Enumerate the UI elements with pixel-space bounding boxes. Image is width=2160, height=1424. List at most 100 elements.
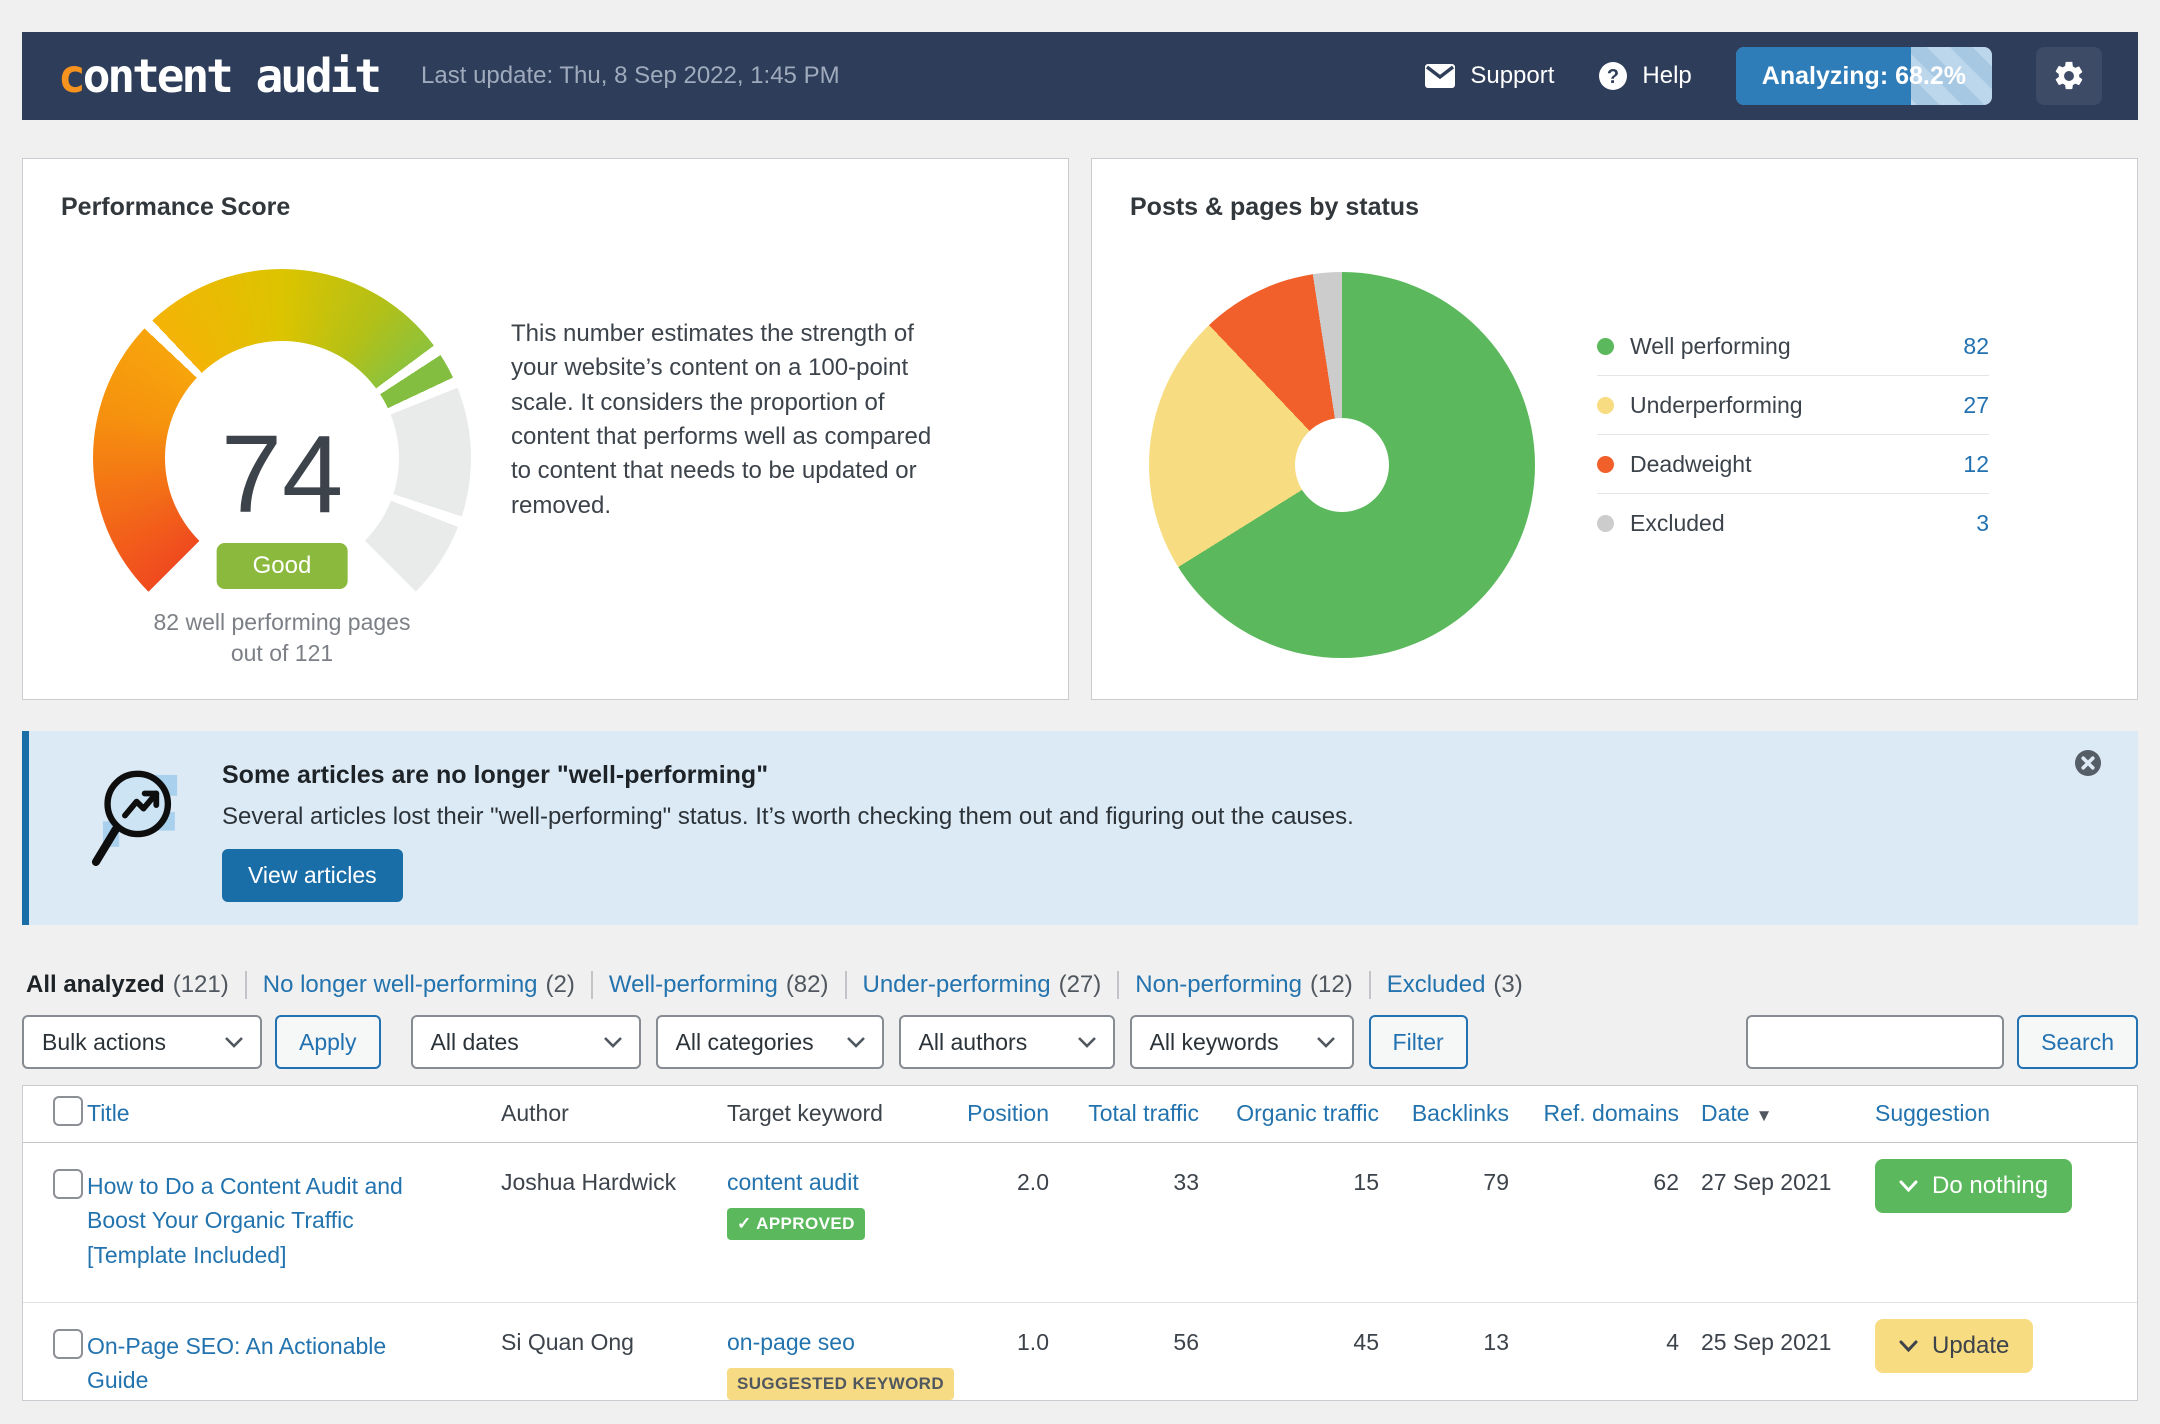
date-cell: 27 Sep 2021 — [1701, 1168, 1832, 1195]
total-traffic-cell: 56 — [1057, 1301, 1207, 1400]
tab-all-analyzed[interactable]: All analyzed (121) — [22, 971, 247, 999]
support-label: Support — [1470, 62, 1555, 89]
authors-select[interactable]: All authors — [898, 1015, 1115, 1069]
status-donut-chart — [1149, 272, 1535, 658]
header-suggestion[interactable]: Suggestion — [1867, 1086, 2137, 1143]
article-title-link[interactable]: On-Page SEO: An Actionable Guide — [87, 1329, 419, 1398]
header-title[interactable]: Title — [87, 1086, 501, 1143]
header-total-traffic[interactable]: Total traffic — [1057, 1086, 1207, 1143]
legend-row-underperforming: Underperforming 27 — [1597, 376, 1989, 435]
header-backlinks[interactable]: Backlinks — [1387, 1086, 1517, 1143]
row-checkbox[interactable] — [53, 1168, 83, 1199]
table-toolbar: Bulk actions Apply All dates All categor… — [22, 1015, 2138, 1069]
apply-button[interactable]: Apply — [275, 1015, 381, 1069]
summary-cards: Performance Score 74 Good 82 well perfor… — [22, 158, 2138, 700]
performance-gauge: 74 Good 82 well performing pages out of … — [93, 269, 471, 666]
legend-value-link[interactable]: 12 — [1963, 451, 1989, 478]
banner-title: Some articles are no longer "well-perfor… — [222, 761, 769, 789]
tab-well-performing[interactable]: Well-performing (82) — [593, 971, 847, 999]
logo-rest: ontent audit — [82, 49, 382, 103]
backlinks-cell: 79 — [1483, 1168, 1509, 1195]
row-checkbox[interactable] — [53, 1328, 83, 1359]
legend-label: Underperforming — [1630, 392, 1803, 418]
settings-button[interactable] — [2036, 47, 2102, 105]
status-filter-tabs: All analyzed (121) No longer well-perfor… — [22, 971, 2138, 999]
tab-under-performing[interactable]: Under-performing (27) — [847, 971, 1120, 999]
date-cell: 25 Sep 2021 — [1687, 1301, 1867, 1400]
search-input[interactable] — [1746, 1015, 2005, 1069]
tab-non-performing[interactable]: Non-performing (12) — [1119, 971, 1371, 999]
logo-accent-letter: c — [58, 49, 86, 103]
ref-domains-cell: 4 — [1517, 1301, 1687, 1400]
ref-domains-cell: 62 — [1653, 1168, 1679, 1195]
analyzing-progress-button[interactable]: Analyzing: 68.2% — [1735, 47, 1992, 105]
svg-text:?: ? — [1607, 66, 1619, 88]
select-all-checkbox[interactable] — [53, 1095, 83, 1126]
chevron-down-icon — [1899, 1340, 1918, 1352]
tab-no-longer-well-performing[interactable]: No longer well-performing (2) — [247, 971, 593, 999]
legend-row-well-performing: Well performing 82 — [1597, 317, 1989, 376]
chevron-down-icon — [225, 1037, 243, 1048]
legend-label: Excluded — [1630, 510, 1725, 536]
status-card-title: Posts & pages by status — [1130, 193, 1419, 221]
table-header-row: Title Author Target keyword Position Tot… — [23, 1086, 2137, 1143]
suggestion-update-button[interactable]: Update — [1875, 1318, 2034, 1373]
target-keyword-link[interactable]: content audit — [727, 1169, 859, 1195]
chevron-down-icon — [1077, 1037, 1096, 1048]
help-link[interactable]: ? Help — [1598, 61, 1692, 91]
header-author: Author — [501, 1086, 727, 1143]
header-target-keyword: Target keyword — [727, 1086, 951, 1143]
header-ref-domains[interactable]: Ref. domains — [1517, 1086, 1687, 1143]
support-link[interactable]: Support — [1424, 62, 1554, 90]
view-articles-button[interactable]: View articles — [222, 849, 403, 902]
sort-desc-icon: ▼ — [1755, 1106, 1773, 1126]
chevron-down-icon — [1899, 1180, 1918, 1192]
approved-badge: ✓ APPROVED — [727, 1207, 865, 1240]
table-row: On-Page SEO: An Actionable Guide Si Quan… — [23, 1301, 2137, 1400]
search-group: Search — [1746, 1015, 2138, 1069]
navbar-actions: Support ? Help Analyzing: 68.2% — [1424, 47, 2102, 105]
dates-select[interactable]: All dates — [410, 1015, 641, 1069]
keywords-select[interactable]: All keywords — [1129, 1015, 1354, 1069]
legend-value-link[interactable]: 82 — [1963, 333, 1989, 360]
legend-label: Deadweight — [1630, 451, 1752, 477]
legend-row-excluded: Excluded 3 — [1597, 494, 1989, 552]
chevron-down-icon — [1316, 1037, 1335, 1048]
backlinks-cell: 13 — [1387, 1301, 1517, 1400]
header-organic-traffic[interactable]: Organic traffic — [1207, 1086, 1387, 1143]
performance-caption: 82 well performing pages out of 121 — [93, 607, 471, 669]
author-cell: Si Quan Ong — [501, 1301, 727, 1400]
help-label: Help — [1642, 62, 1692, 89]
performance-card-title: Performance Score — [61, 193, 291, 221]
articles-table: Title Author Target keyword Position Tot… — [22, 1085, 2138, 1401]
envelope-icon — [1424, 63, 1456, 89]
search-button[interactable]: Search — [2017, 1015, 2138, 1069]
table-row: How to Do a Content Audit and Boost Your… — [23, 1142, 2137, 1302]
bulk-actions-select[interactable]: Bulk actions — [22, 1015, 262, 1069]
performance-caption-line1: 82 well performing pages — [153, 609, 411, 635]
filter-button[interactable]: Filter — [1368, 1015, 1468, 1069]
legend-row-deadweight: Deadweight 12 — [1597, 435, 1989, 494]
legend-dot-yellow — [1597, 397, 1614, 414]
legend-value-link[interactable]: 3 — [1976, 510, 1989, 537]
categories-select[interactable]: All categories — [655, 1015, 884, 1069]
tab-excluded[interactable]: Excluded (3) — [1371, 971, 1539, 999]
legend-value-link[interactable]: 27 — [1963, 392, 1989, 419]
analyzing-label: Analyzing: 68.2% — [1761, 61, 1966, 90]
app-logo: content audit — [58, 49, 382, 103]
target-keyword-link[interactable]: on-page seo — [727, 1329, 855, 1355]
header-position[interactable]: Position — [951, 1086, 1057, 1143]
author-cell: Joshua Hardwick — [501, 1168, 677, 1195]
position-cell: 2.0 — [1017, 1168, 1049, 1195]
organic-traffic-cell: 45 — [1207, 1301, 1387, 1400]
suggestion-do-nothing-button[interactable]: Do nothing — [1875, 1158, 2073, 1213]
banner-close-icon[interactable] — [2074, 749, 2102, 777]
question-circle-icon: ? — [1598, 61, 1628, 91]
article-title-link[interactable]: How to Do a Content Audit and Boost Your… — [87, 1169, 419, 1273]
status-legend: Well performing 82 Underperforming 27 De… — [1597, 317, 1989, 552]
notice-banner: Some articles are no longer "well-perfor… — [22, 731, 2138, 925]
legend-dot-green — [1597, 338, 1614, 355]
organic-traffic-cell: 15 — [1353, 1168, 1379, 1195]
performance-description: This number estimates the strength of yo… — [511, 320, 932, 519]
header-date[interactable]: Date ▼ — [1687, 1086, 1867, 1143]
